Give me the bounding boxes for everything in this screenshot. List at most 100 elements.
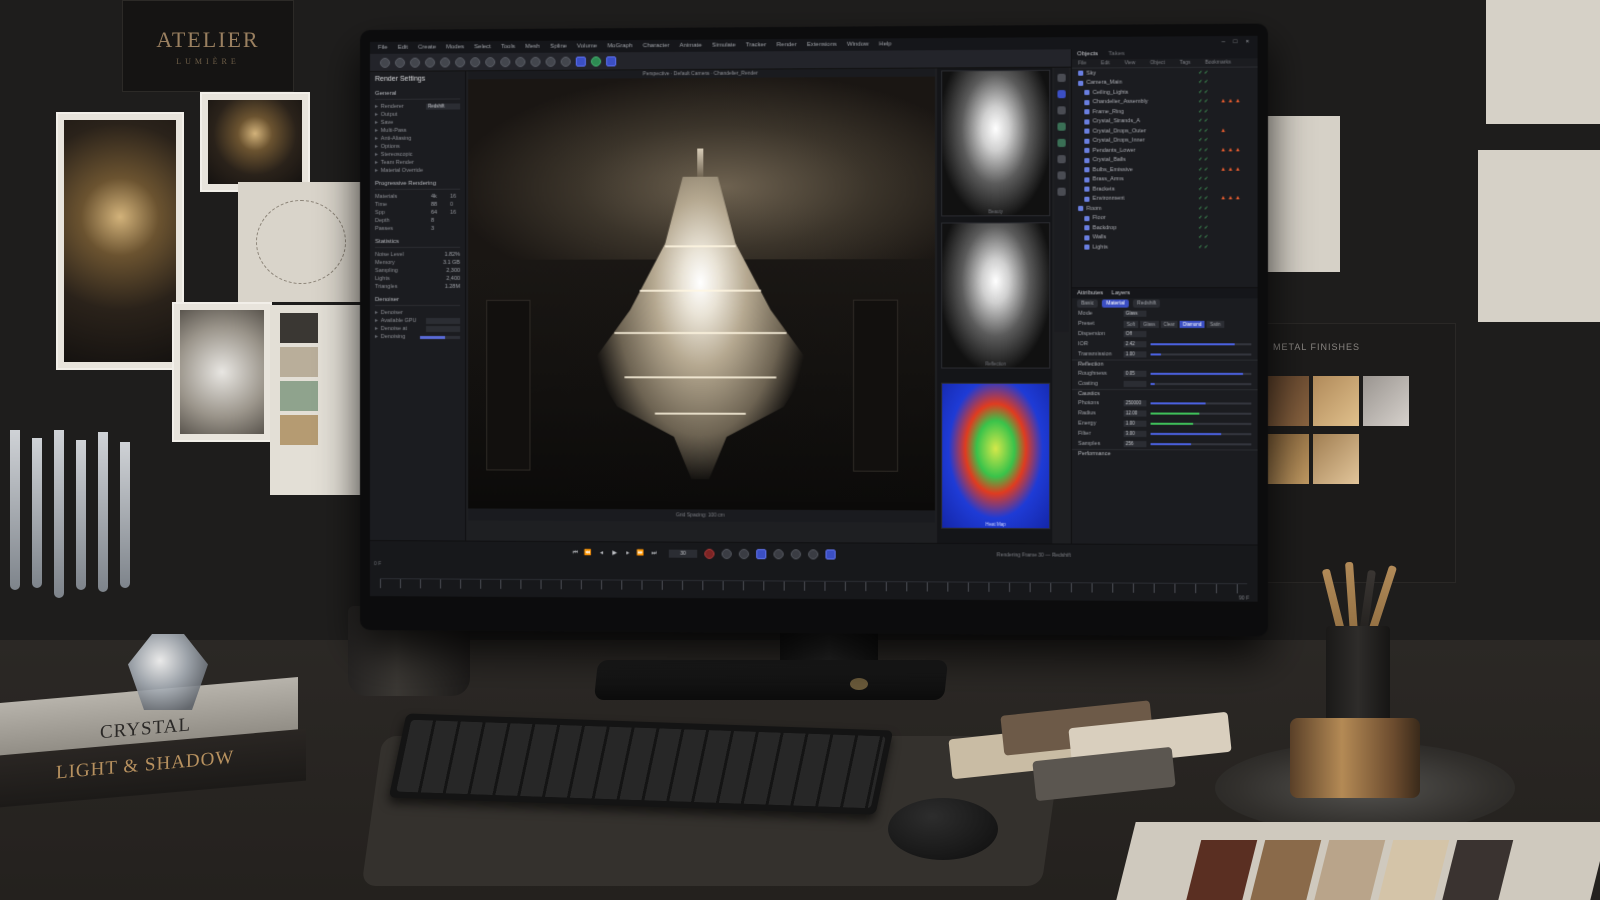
attribute-value-field[interactable]: 3.00 [1123,430,1147,437]
expand-arrow-icon[interactable]: ▸ [375,334,378,340]
attribute-value-field[interactable]: 1.00 [1123,351,1147,358]
keyframe-icon[interactable] [738,548,750,560]
tab-layers[interactable]: Layers [1112,290,1131,296]
visibility-check-icon[interactable]: ✓ ✓ [1198,70,1217,76]
denoiser-row[interactable]: ▸ Denoiser [375,309,460,317]
render-icon[interactable] [575,56,586,67]
menu-animate[interactable]: Animate [679,43,701,49]
sphere-icon[interactable] [485,56,496,67]
scene-tool-icon[interactable] [1057,138,1066,148]
menu-extensions[interactable]: Extensions [807,42,837,48]
preset-option[interactable]: Diamond [1179,320,1205,328]
go-to-end-icon[interactable]: ⏭ [650,550,659,558]
progressive-value[interactable]: 3 [431,226,447,232]
rotate-icon[interactable] [455,56,466,67]
render-region-icon[interactable] [590,55,602,67]
visibility-check-icon[interactable]: ✓ ✓ [1198,89,1217,95]
visibility-check-icon[interactable]: ✓ ✓ [1198,108,1217,114]
attribute-slider[interactable] [1150,422,1252,425]
preset-option[interactable]: Satin [1206,320,1224,328]
settings-tool-icon[interactable] [1057,187,1066,196]
warning-tag-icon[interactable]: ▲▲▲ [1220,195,1251,201]
expand-arrow-icon[interactable]: ▸ [375,168,378,174]
denoiser-field[interactable] [426,317,461,324]
thumbnail-heatmap[interactable]: Heat Map [941,382,1051,530]
expand-arrow-icon[interactable]: ▸ [375,160,378,166]
visibility-check-icon[interactable]: ✓ ✓ [1198,196,1217,202]
objects-menu-tags[interactable]: Tags [1179,60,1190,66]
progressive-value[interactable]: 64 [431,210,447,216]
reflection-section[interactable]: Reflection [1071,359,1258,369]
tab-attributes[interactable]: Attributes [1077,290,1103,296]
subtab-material[interactable]: Material [1102,299,1129,308]
progressive-value[interactable]: 88 [431,202,447,208]
progressive-value[interactable]: 4k [431,194,447,200]
progressive-value-secondary[interactable]: 0 [450,202,460,208]
preset-option[interactable]: Glass [1140,320,1159,328]
object-row[interactable]: Room ✓ ✓ [1072,203,1258,213]
denoiser-field[interactable] [426,325,461,333]
thumbnail-reflection[interactable]: Reflection [941,222,1051,369]
viewport-tool-icon[interactable] [1057,90,1066,99]
menu-modes[interactable]: Modes [446,44,464,50]
menu-edit[interactable]: Edit [398,45,408,51]
visibility-check-icon[interactable]: ✓ ✓ [1198,166,1217,173]
redo-icon[interactable] [394,57,405,68]
attribute-slider[interactable] [1150,412,1252,415]
subtab-redshift[interactable]: Redshift [1132,299,1161,308]
objects-menu-file[interactable]: File [1078,60,1086,66]
object-row[interactable]: Brass_Arms ✓ ✓ [1072,174,1258,184]
expand-arrow-icon[interactable]: ▸ [375,152,378,158]
visibility-check-icon[interactable]: ✓ ✓ [1198,128,1217,134]
menu-mesh[interactable]: Mesh [525,44,540,50]
denoise-progress[interactable] [420,335,461,339]
object-row[interactable]: Brackets ✓ ✓ [1072,184,1258,194]
performance-section[interactable]: Performance [1071,448,1258,459]
renderer-dropdown[interactable]: Redshift [426,103,461,110]
play-icon[interactable]: ▶ [610,549,619,557]
object-row[interactable]: Floor ✓ ✓ [1072,213,1258,223]
warning-tag-icon[interactable]: ▲▲▲ [1220,147,1251,153]
objects-menu-object[interactable]: Object [1150,60,1165,66]
expand-arrow-icon[interactable]: ▸ [375,136,378,142]
visibility-check-icon[interactable]: ✓ ✓ [1198,147,1217,153]
visibility-check-icon[interactable]: ✓ ✓ [1198,176,1217,182]
mouse[interactable] [888,798,998,860]
menu-create[interactable]: Create [418,44,436,50]
attribute-slider[interactable] [1150,353,1252,356]
attribute-value-field[interactable]: 2.42 [1123,341,1147,348]
next-frame-icon[interactable]: ▸ [623,549,632,557]
render-viewport[interactable]: Perspective · Default Camera · Chandelie… [468,68,935,523]
objects-menu-bookmarks[interactable]: Bookmarks [1205,60,1231,66]
go-to-start-icon[interactable]: ⏮ [571,549,580,557]
next-key-icon[interactable]: ⏩ [636,549,645,557]
menu-help[interactable]: Help [879,41,892,47]
attribute-slider[interactable] [1150,432,1252,436]
attribute-value-field[interactable]: 250000 [1123,400,1147,407]
object-row[interactable]: Environment ✓ ✓ ▲▲▲ [1072,194,1258,204]
tab-objects[interactable]: Objects [1077,51,1098,57]
expand-arrow-icon[interactable]: ▸ [375,120,378,126]
expand-arrow-icon[interactable]: ▸ [375,318,378,324]
menu-character[interactable]: Character [643,43,670,49]
light-tool-icon[interactable] [1057,122,1066,131]
progressive-value[interactable]: 8 [431,218,447,224]
attribute-value-field[interactable] [1123,380,1147,388]
camera-icon[interactable] [560,56,571,67]
attribute-slider[interactable] [1150,443,1252,446]
attribute-value-field[interactable]: 12.00 [1123,410,1147,417]
render-setting-item[interactable]: ▸ Material Override [375,167,460,175]
key-selection-icon[interactable] [756,549,767,560]
menu-mograph[interactable]: MoGraph [607,43,632,49]
object-row[interactable]: Lights ✓ ✓ [1072,242,1258,252]
position-key-icon[interactable] [773,549,784,560]
preset-option[interactable]: Clear [1160,320,1178,328]
tag-tool-icon[interactable] [1057,171,1066,180]
keyboard[interactable] [388,713,894,815]
visibility-check-icon[interactable]: ✓ ✓ [1198,186,1217,192]
attribute-slider[interactable] [1150,372,1252,375]
menu-tracker[interactable]: Tracker [746,42,766,48]
expand-arrow-icon[interactable]: ▸ [375,144,378,150]
progressive-value-secondary[interactable]: 16 [450,194,460,200]
menu-select[interactable]: Select [474,44,491,50]
